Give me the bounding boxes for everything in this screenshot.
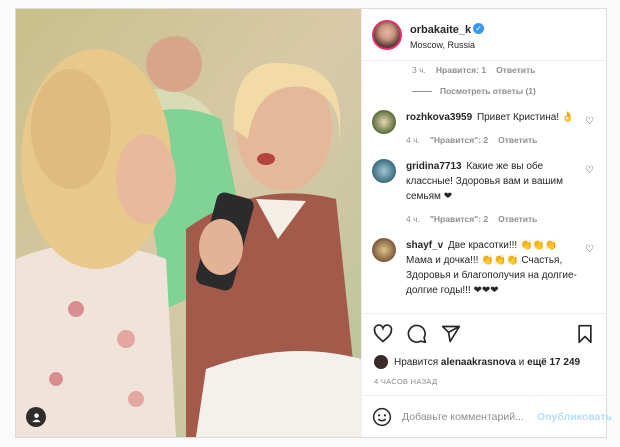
- heart-icon[interactable]: ♡: [585, 165, 594, 176]
- comment-username[interactable]: shayf_v: [406, 240, 443, 251]
- divider: [412, 90, 432, 92]
- likes-count-link[interactable]: "Нравится": 2: [430, 214, 488, 224]
- publish-button[interactable]: Опубликовать: [537, 411, 612, 423]
- reply-link[interactable]: Ответить: [498, 214, 537, 224]
- share-icon[interactable]: [440, 323, 462, 345]
- bookmark-icon[interactable]: [574, 323, 596, 345]
- post-photo[interactable]: [16, 9, 361, 437]
- location-link[interactable]: Moscow, Russia: [410, 40, 484, 50]
- comment-username[interactable]: rozhkova3959: [406, 112, 472, 123]
- action-bar: [362, 313, 606, 353]
- avatar[interactable]: [372, 110, 396, 134]
- comment-meta: 4 ч. "Нравится": 2 Ответить: [406, 135, 538, 145]
- list-item: rozhkova3959 Привет Кристина! 👌 4 ч. "Нр…: [372, 110, 596, 145]
- view-replies-link[interactable]: Посмотреть ответы (1): [412, 86, 596, 96]
- liker-username[interactable]: alenaakrasnova: [441, 357, 516, 368]
- reply-link[interactable]: Ответить: [496, 65, 535, 75]
- heart-icon[interactable]: ♡: [585, 244, 594, 255]
- comment-input[interactable]: [402, 410, 537, 423]
- verified-icon: ✓: [473, 22, 485, 34]
- list-item: shayf_v Две красотки!!! 👏👏👏 Мама и дочка…: [372, 238, 596, 298]
- comment-meta: 4 ч. "Нравится": 2 Ответить: [406, 214, 538, 224]
- comment-text: Привет Кристина! 👌: [476, 112, 575, 123]
- details-panel: orbakaite_k ✓ Moscow, Russia 3 ч. Нравитс…: [361, 9, 612, 437]
- author-username[interactable]: orbakaite_k: [410, 24, 471, 36]
- tagged-user-icon[interactable]: [26, 407, 46, 427]
- avatar[interactable]: [372, 159, 396, 183]
- post-header: orbakaite_k ✓ Moscow, Russia: [362, 9, 606, 61]
- heart-icon[interactable]: [372, 323, 394, 345]
- post-timestamp[interactable]: 4 ЧАСОВ НАЗАД: [362, 371, 606, 395]
- avatar[interactable]: [372, 238, 396, 262]
- heart-icon[interactable]: ♡: [585, 116, 594, 127]
- reply-link[interactable]: Ответить: [498, 135, 537, 145]
- avatar[interactable]: [372, 19, 402, 50]
- avatar[interactable]: [374, 355, 388, 369]
- add-comment-bar: Опубликовать: [362, 395, 612, 437]
- comment-username[interactable]: gridina7713: [406, 161, 462, 172]
- post-card: orbakaite_k ✓ Moscow, Russia 3 ч. Нравитс…: [15, 8, 612, 438]
- comment-meta: 3 ч. Нравится: 1 Ответить: [412, 65, 536, 75]
- comment-icon[interactable]: [406, 323, 428, 345]
- comments-list[interactable]: 3 ч. Нравится: 1 Ответить Посмотреть отв…: [362, 61, 606, 313]
- photo-scene: [16, 9, 361, 437]
- likes-summary: Нравится alenaakrasnova и ещё 17 249: [362, 353, 606, 371]
- likes-count-link[interactable]: Нравится: 1: [436, 65, 486, 75]
- list-item: gridina7713 Какие же вы обе классные! Зд…: [372, 159, 596, 224]
- emoji-icon[interactable]: [372, 407, 392, 427]
- likes-count-link[interactable]: ещё 17 249: [527, 357, 580, 368]
- likes-count-link[interactable]: "Нравится": 2: [430, 135, 488, 145]
